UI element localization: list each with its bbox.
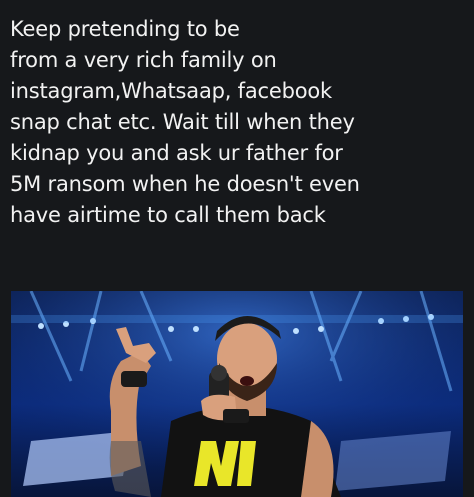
wrestler-photo bbox=[11, 291, 463, 497]
caption-line-1: Keep pretending to be bbox=[10, 17, 240, 41]
caption-line-2: from a very rich family on bbox=[10, 48, 277, 72]
caption-line-5: kidnap you and ask ur father for bbox=[10, 141, 343, 165]
caption-line-6: 5M ransom when he doesn't even bbox=[10, 172, 360, 196]
caption-line-3: instagram,Whatsaap, facebook bbox=[10, 79, 333, 103]
caption-line-7: have airtime to call them back bbox=[10, 203, 326, 227]
wrestler-illustration bbox=[11, 291, 463, 497]
meme-caption: Keep pretending to be from a very rich f… bbox=[10, 14, 468, 231]
caption-line-4: snap chat etc. Wait till when they bbox=[10, 110, 355, 134]
